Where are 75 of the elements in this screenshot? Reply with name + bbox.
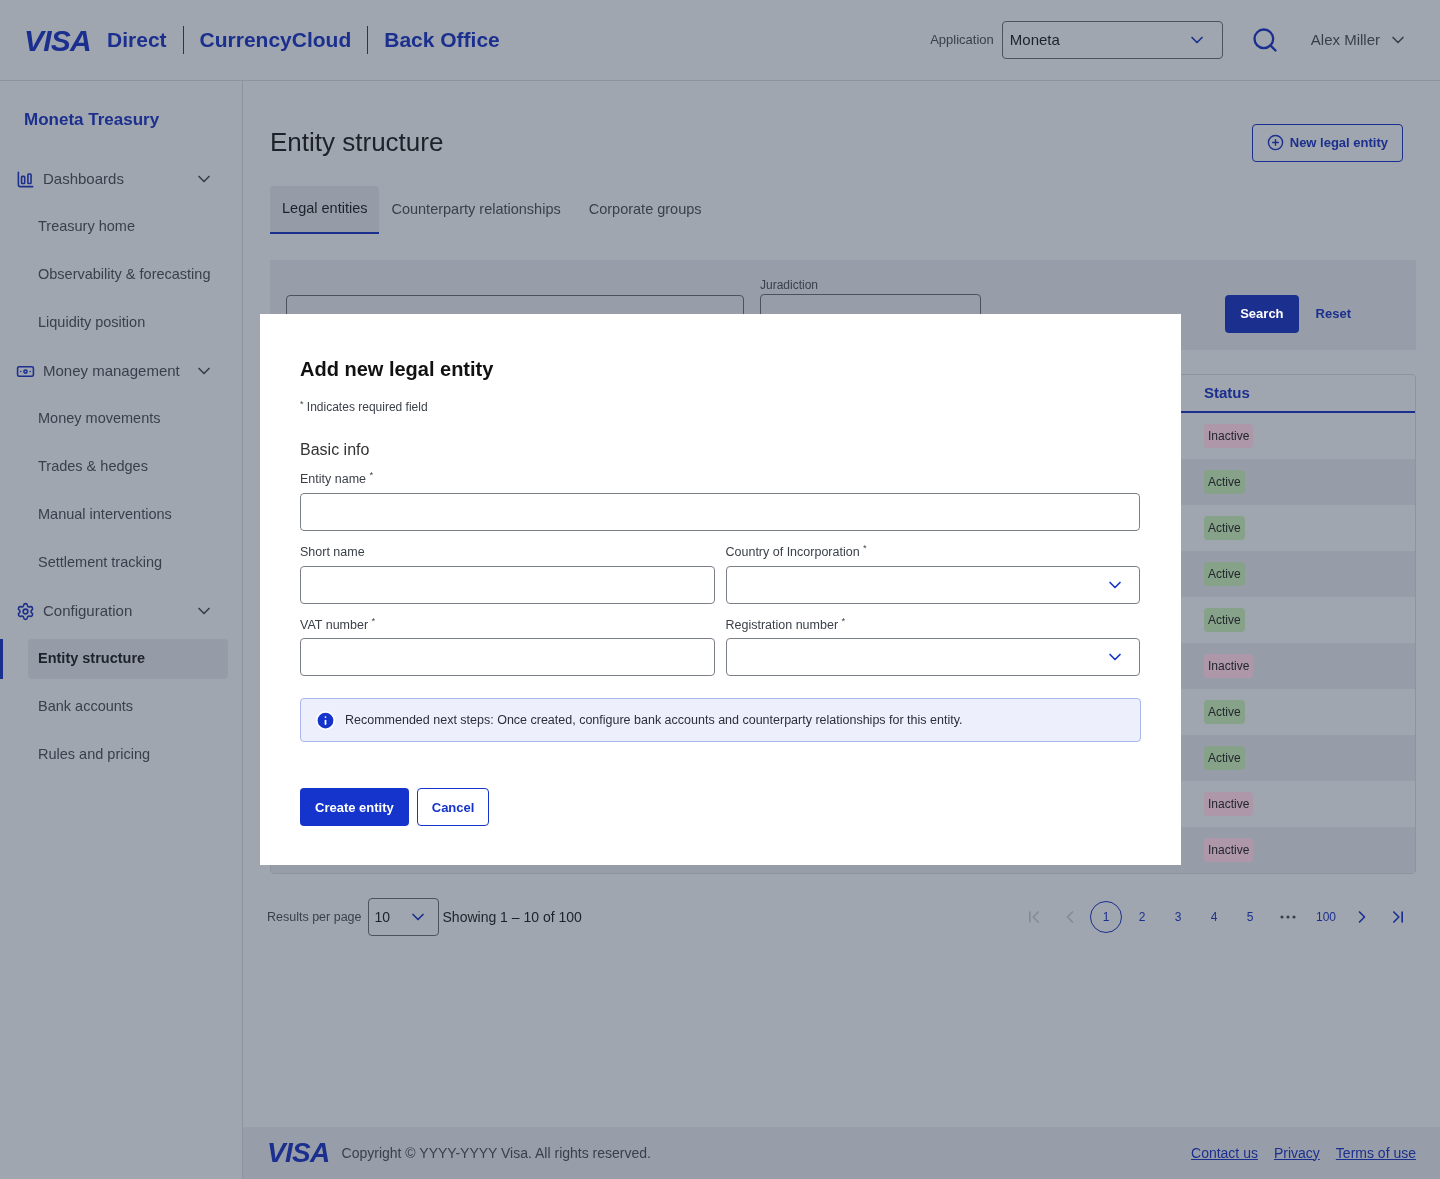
product-name: CurrencyCloud: [199, 27, 352, 54]
info-text: Recommended next steps: Once created, configure bank accounts and counterparty relationships for this entity.: [345, 711, 963, 729]
field-label: Short name: [300, 543, 366, 561]
copyright-text: Copyright © YYYY-YYYY Visa. All rights reserved.: [341, 1143, 651, 1163]
product-name: Back Office: [384, 27, 500, 54]
sidebar-item[interactable]: Entity structure: [28, 639, 228, 679]
info-icon: [315, 709, 336, 731]
sidebar-item[interactable]: Liquidity position: [28, 303, 228, 343]
search-button[interactable]: Search: [1225, 295, 1299, 333]
field-label: VAT number $^{*}$: [300, 615, 377, 634]
user-menu[interactable]: Alex Miller: [1310, 28, 1408, 52]
sidebar-item[interactable]: Trades & hedges: [28, 447, 228, 487]
text-field[interactable]: [300, 638, 715, 677]
column-header: Status: [1204, 382, 1250, 403]
sidebar-item[interactable]: Bank accounts: [28, 687, 228, 727]
reset-button[interactable]: Reset: [1298, 295, 1368, 333]
results-per-page-label: Results per page: [267, 908, 362, 926]
footer-link[interactable]: Terms of use: [1335, 1142, 1416, 1164]
plus-circle-icon: [1266, 134, 1284, 151]
sidebar-title: Moneta Treasury: [23, 109, 161, 131]
footer-link[interactable]: Privacy: [1273, 1142, 1320, 1164]
logo: VISA: [24, 22, 92, 59]
field-label: Country of Incorporation $^{*}$: [725, 542, 868, 561]
tab[interactable]: Corporate groups: [576, 186, 714, 234]
new-legal-entity-button[interactable]: New legal entity: [1251, 123, 1403, 162]
page-number[interactable]: 2: [1126, 901, 1158, 933]
cancel-button[interactable]: Cancel: [416, 788, 490, 827]
section-title: Basic info: [300, 440, 371, 460]
page-number[interactable]: 5: [1234, 901, 1266, 933]
sidebar-group[interactable]: Dashboards: [0, 155, 242, 203]
sidebar-item[interactable]: Rules and pricing: [28, 735, 228, 775]
select-field[interactable]: [725, 638, 1140, 677]
status-badge: Active: [1204, 746, 1245, 770]
sidebar-item[interactable]: Money movements: [28, 399, 228, 439]
ellipsis-icon: [1280, 915, 1296, 919]
page-number[interactable]: 3: [1162, 901, 1194, 933]
dialog-title: Add new legal entity: [300, 357, 495, 382]
application-select[interactable]: Moneta: [1001, 21, 1223, 59]
status-badge: Inactive: [1204, 792, 1254, 816]
product-name: Direct: [107, 27, 167, 54]
status-badge: Inactive: [1204, 838, 1254, 862]
sidebar-item[interactable]: Settlement tracking: [28, 543, 228, 583]
page-number[interactable]: 4: [1198, 901, 1230, 933]
status-badge: Active: [1204, 516, 1245, 540]
tab[interactable]: Legal entities: [270, 186, 380, 234]
required-note: $^{*}$ Indicates required field: [300, 398, 429, 416]
per-page-select[interactable]: 10: [367, 898, 439, 936]
select-field[interactable]: [725, 565, 1140, 604]
field-label: Entity name $^{*}$: [300, 470, 375, 488]
field-label: Registration number $^{*}$: [725, 615, 847, 634]
status-badge: Active: [1204, 608, 1245, 632]
tab[interactable]: Counterparty relationships: [379, 186, 573, 234]
jurisdiction-label: Juradiction: [760, 277, 820, 294]
sidebar-item[interactable]: Observability & forecasting: [28, 255, 228, 295]
status-badge: Inactive: [1204, 654, 1254, 678]
text-field[interactable]: [300, 565, 715, 604]
search-icon[interactable]: [1250, 26, 1279, 54]
status-badge: Inactive: [1204, 424, 1254, 448]
page-title: Entity structure: [270, 126, 444, 159]
footer-link[interactable]: Contact us: [1191, 1142, 1258, 1164]
page-number[interactable]: 100: [1310, 901, 1342, 933]
create-entity-button[interactable]: Create entity: [300, 788, 409, 827]
sidebar-item[interactable]: Treasury home: [28, 207, 228, 247]
sidebar-group[interactable]: Money management: [0, 347, 242, 395]
logo: VISA: [267, 1136, 330, 1170]
settings-icon: [16, 601, 35, 621]
application-label: Application: [930, 31, 994, 50]
status-badge: Active: [1204, 562, 1245, 586]
text-field[interactable]: [300, 492, 1140, 531]
bar-chart-icon: [16, 169, 35, 189]
showing-count: Showing 1 – 10 of 100: [442, 907, 582, 927]
status-badge: Active: [1204, 470, 1245, 494]
sidebar-group[interactable]: Configuration: [0, 587, 242, 635]
sidebar-item[interactable]: Manual interventions: [28, 495, 228, 535]
status-badge: Active: [1204, 700, 1245, 724]
